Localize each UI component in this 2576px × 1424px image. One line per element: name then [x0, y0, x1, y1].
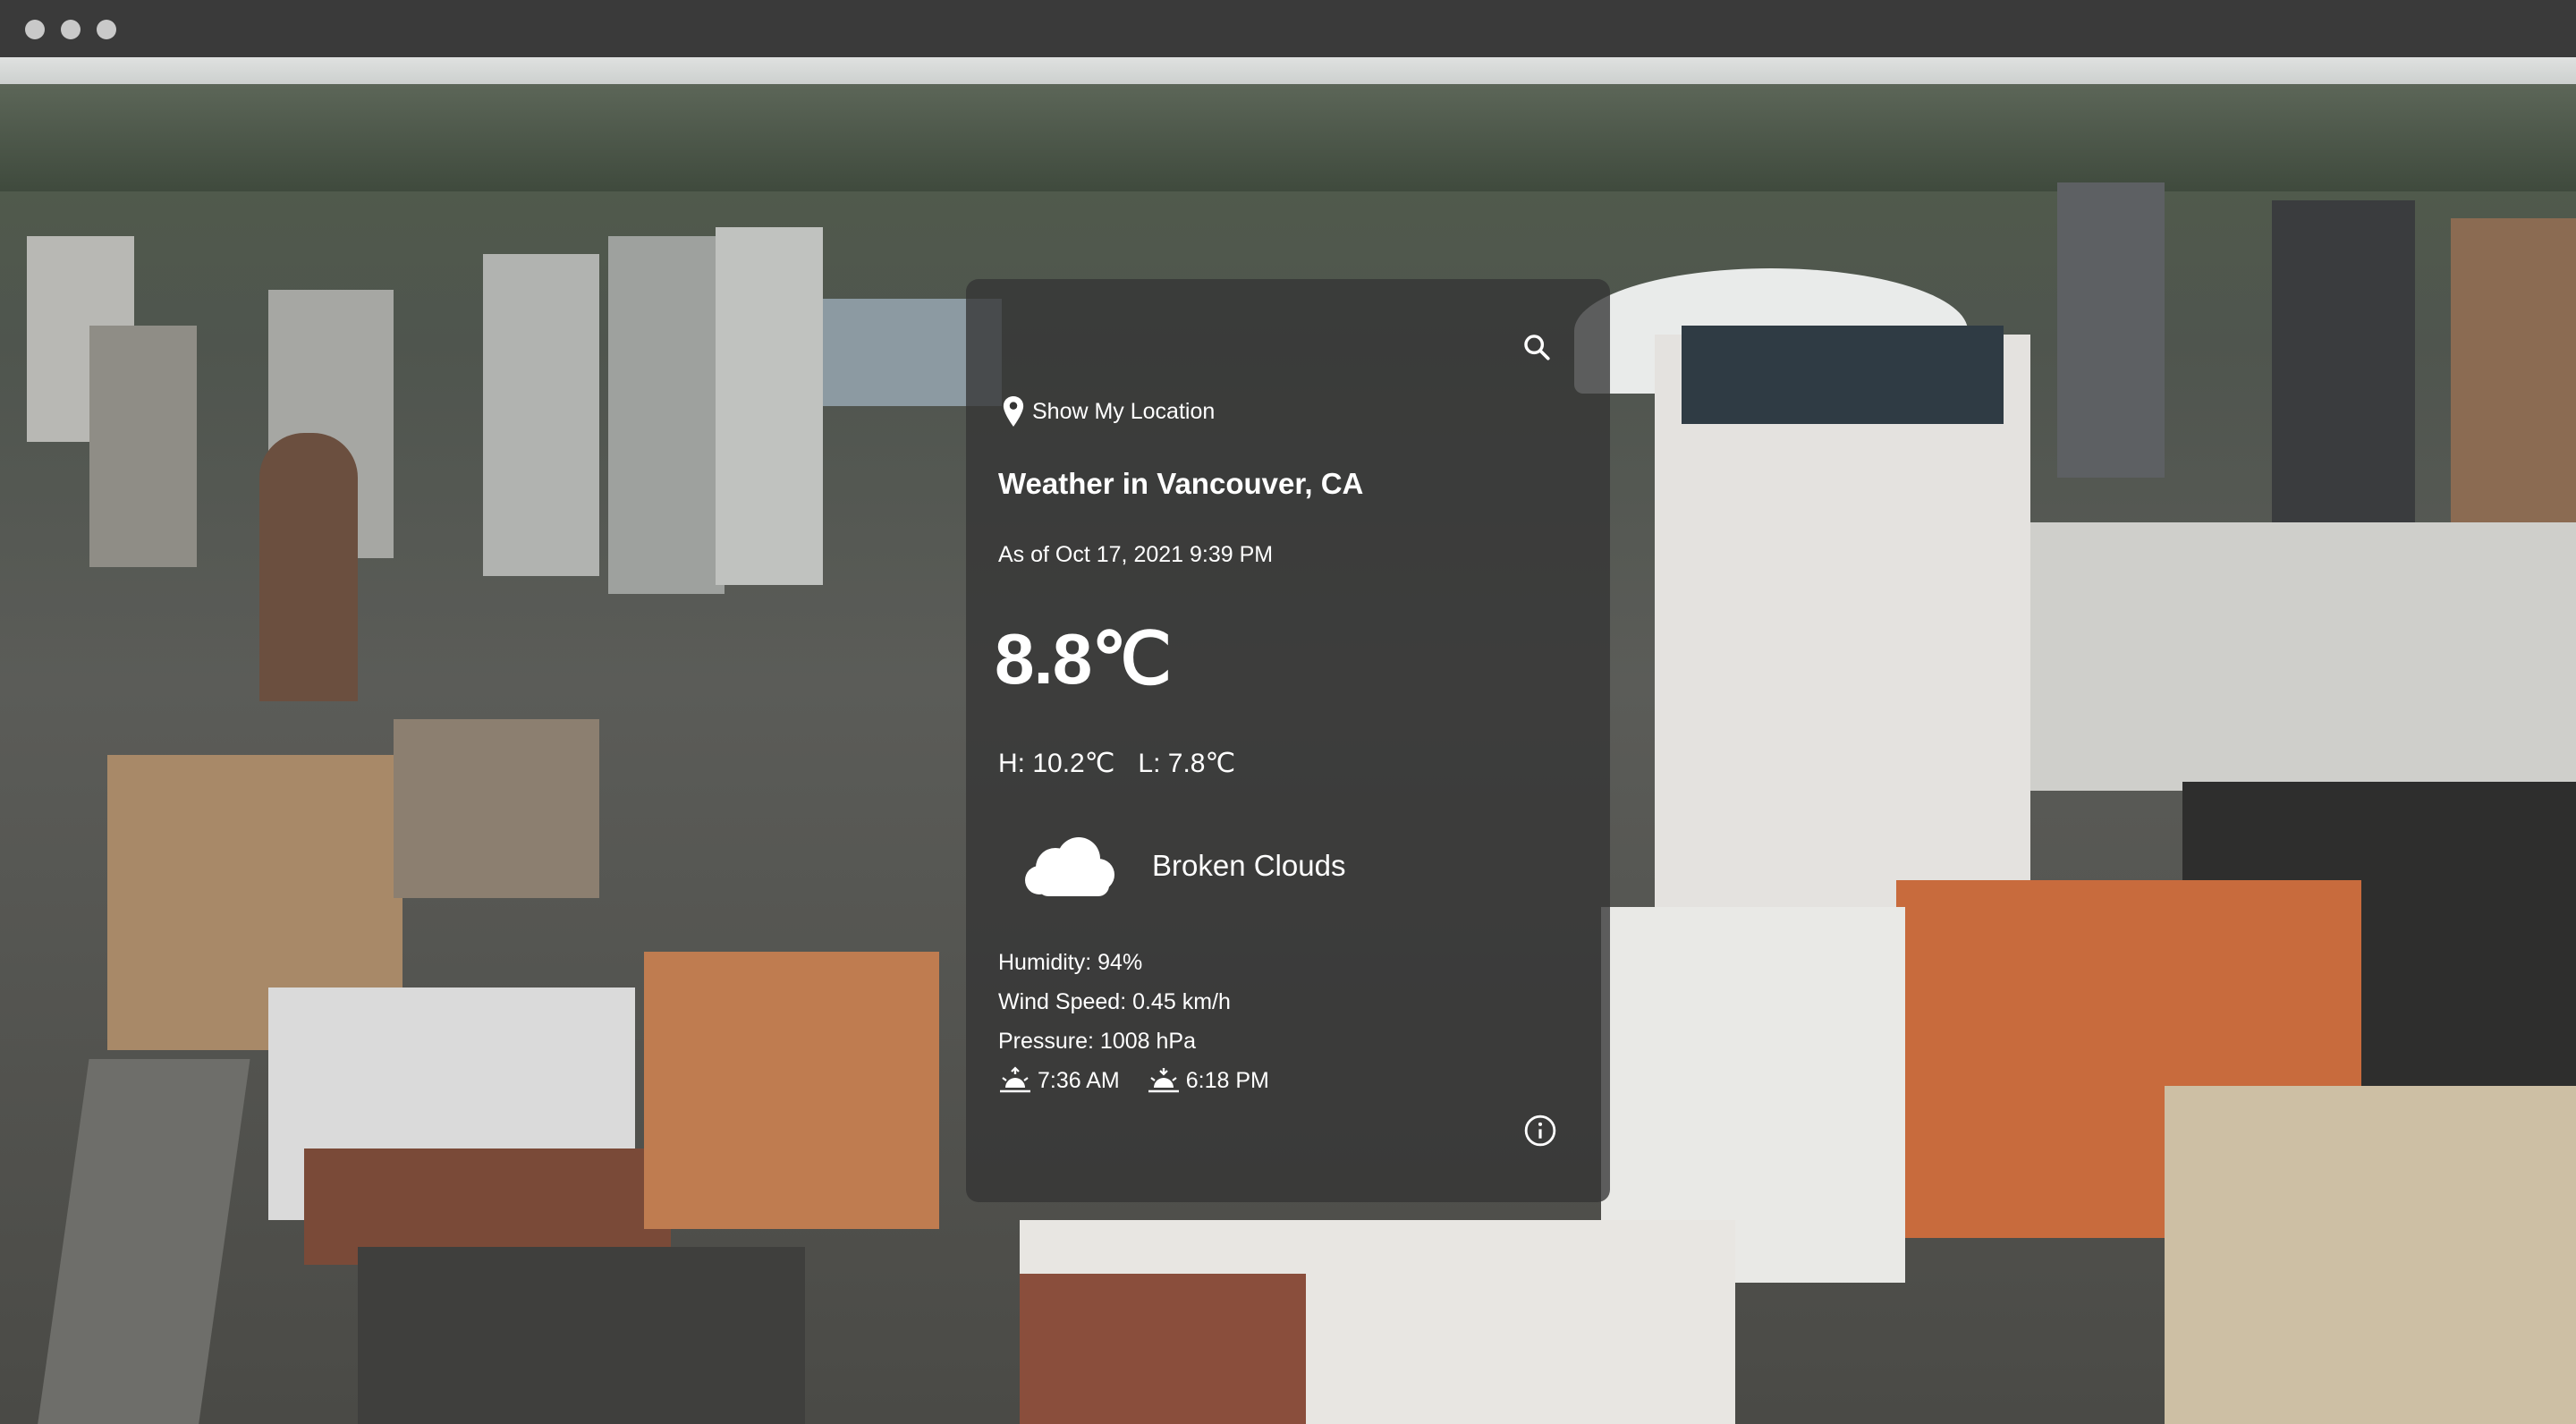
sunset: 6:18 PM [1147, 1061, 1269, 1100]
show-location-label: Show My Location [1032, 398, 1216, 424]
current-temperature: 8.8℃ [995, 619, 1172, 699]
weather-condition: Broken Clouds [1020, 832, 1345, 900]
search-icon [1524, 335, 1550, 360]
building [483, 254, 599, 576]
show-location-button[interactable]: Show My Location [1002, 395, 1215, 428]
cloud-icon [1025, 837, 1114, 896]
sunrise-icon [1000, 1066, 1030, 1093]
window-maximize-button[interactable] [97, 20, 116, 39]
as-of-timestamp: As of Oct 17, 2021 9:39 PM [998, 542, 1274, 567]
building [1020, 1274, 1306, 1424]
sunset-icon [1148, 1068, 1179, 1093]
map-pin-icon [1003, 396, 1024, 427]
building [2165, 1086, 2576, 1424]
building [2451, 218, 2576, 558]
city-heading: Weather in Vancouver, CA [998, 467, 1364, 500]
humidity: Humidity: 94% [998, 950, 1143, 975]
building-roof [1682, 326, 2004, 424]
distant-hills [0, 84, 2576, 191]
window-title-bar [0, 0, 2576, 57]
window-close-button[interactable] [25, 20, 45, 39]
wind-speed: Wind Speed: 0.45 km/h [998, 989, 1231, 1014]
building [89, 326, 197, 567]
info-icon [1524, 1115, 1556, 1147]
building [608, 236, 724, 594]
weather-details: Humidity: 94% Wind Speed: 0.45 km/h Pres… [998, 943, 1291, 1100]
window-minimize-button[interactable] [61, 20, 80, 39]
building [2272, 200, 2415, 540]
building [716, 227, 823, 585]
info-button[interactable] [1522, 1113, 1558, 1149]
condition-label: Broken Clouds [1152, 849, 1346, 882]
sunrise: 7:36 AM [998, 1061, 1120, 1100]
pressure: Pressure: 1008 hPa [998, 1029, 1196, 1054]
sun-times: 7:36 AM 6:18 PM [998, 1061, 1291, 1100]
sunset-time: 6:18 PM [1185, 1068, 1269, 1093]
street [36, 1059, 250, 1424]
building [2030, 522, 2576, 791]
high-low-temperature: H: 10.2℃ L: 7.8℃ [998, 748, 1235, 779]
weather-card: Show My Location Weather in Vancouver, C… [966, 279, 1610, 1202]
sunrise-time: 7:36 AM [1038, 1068, 1120, 1093]
building [358, 1247, 805, 1424]
search-button[interactable] [1515, 326, 1558, 369]
building [394, 719, 599, 898]
dome-tower [259, 433, 358, 701]
high-temperature: H: 10.2℃ [998, 749, 1115, 778]
building [644, 952, 939, 1229]
building [2057, 182, 2165, 478]
low-temperature: L: 7.8℃ [1138, 749, 1236, 778]
